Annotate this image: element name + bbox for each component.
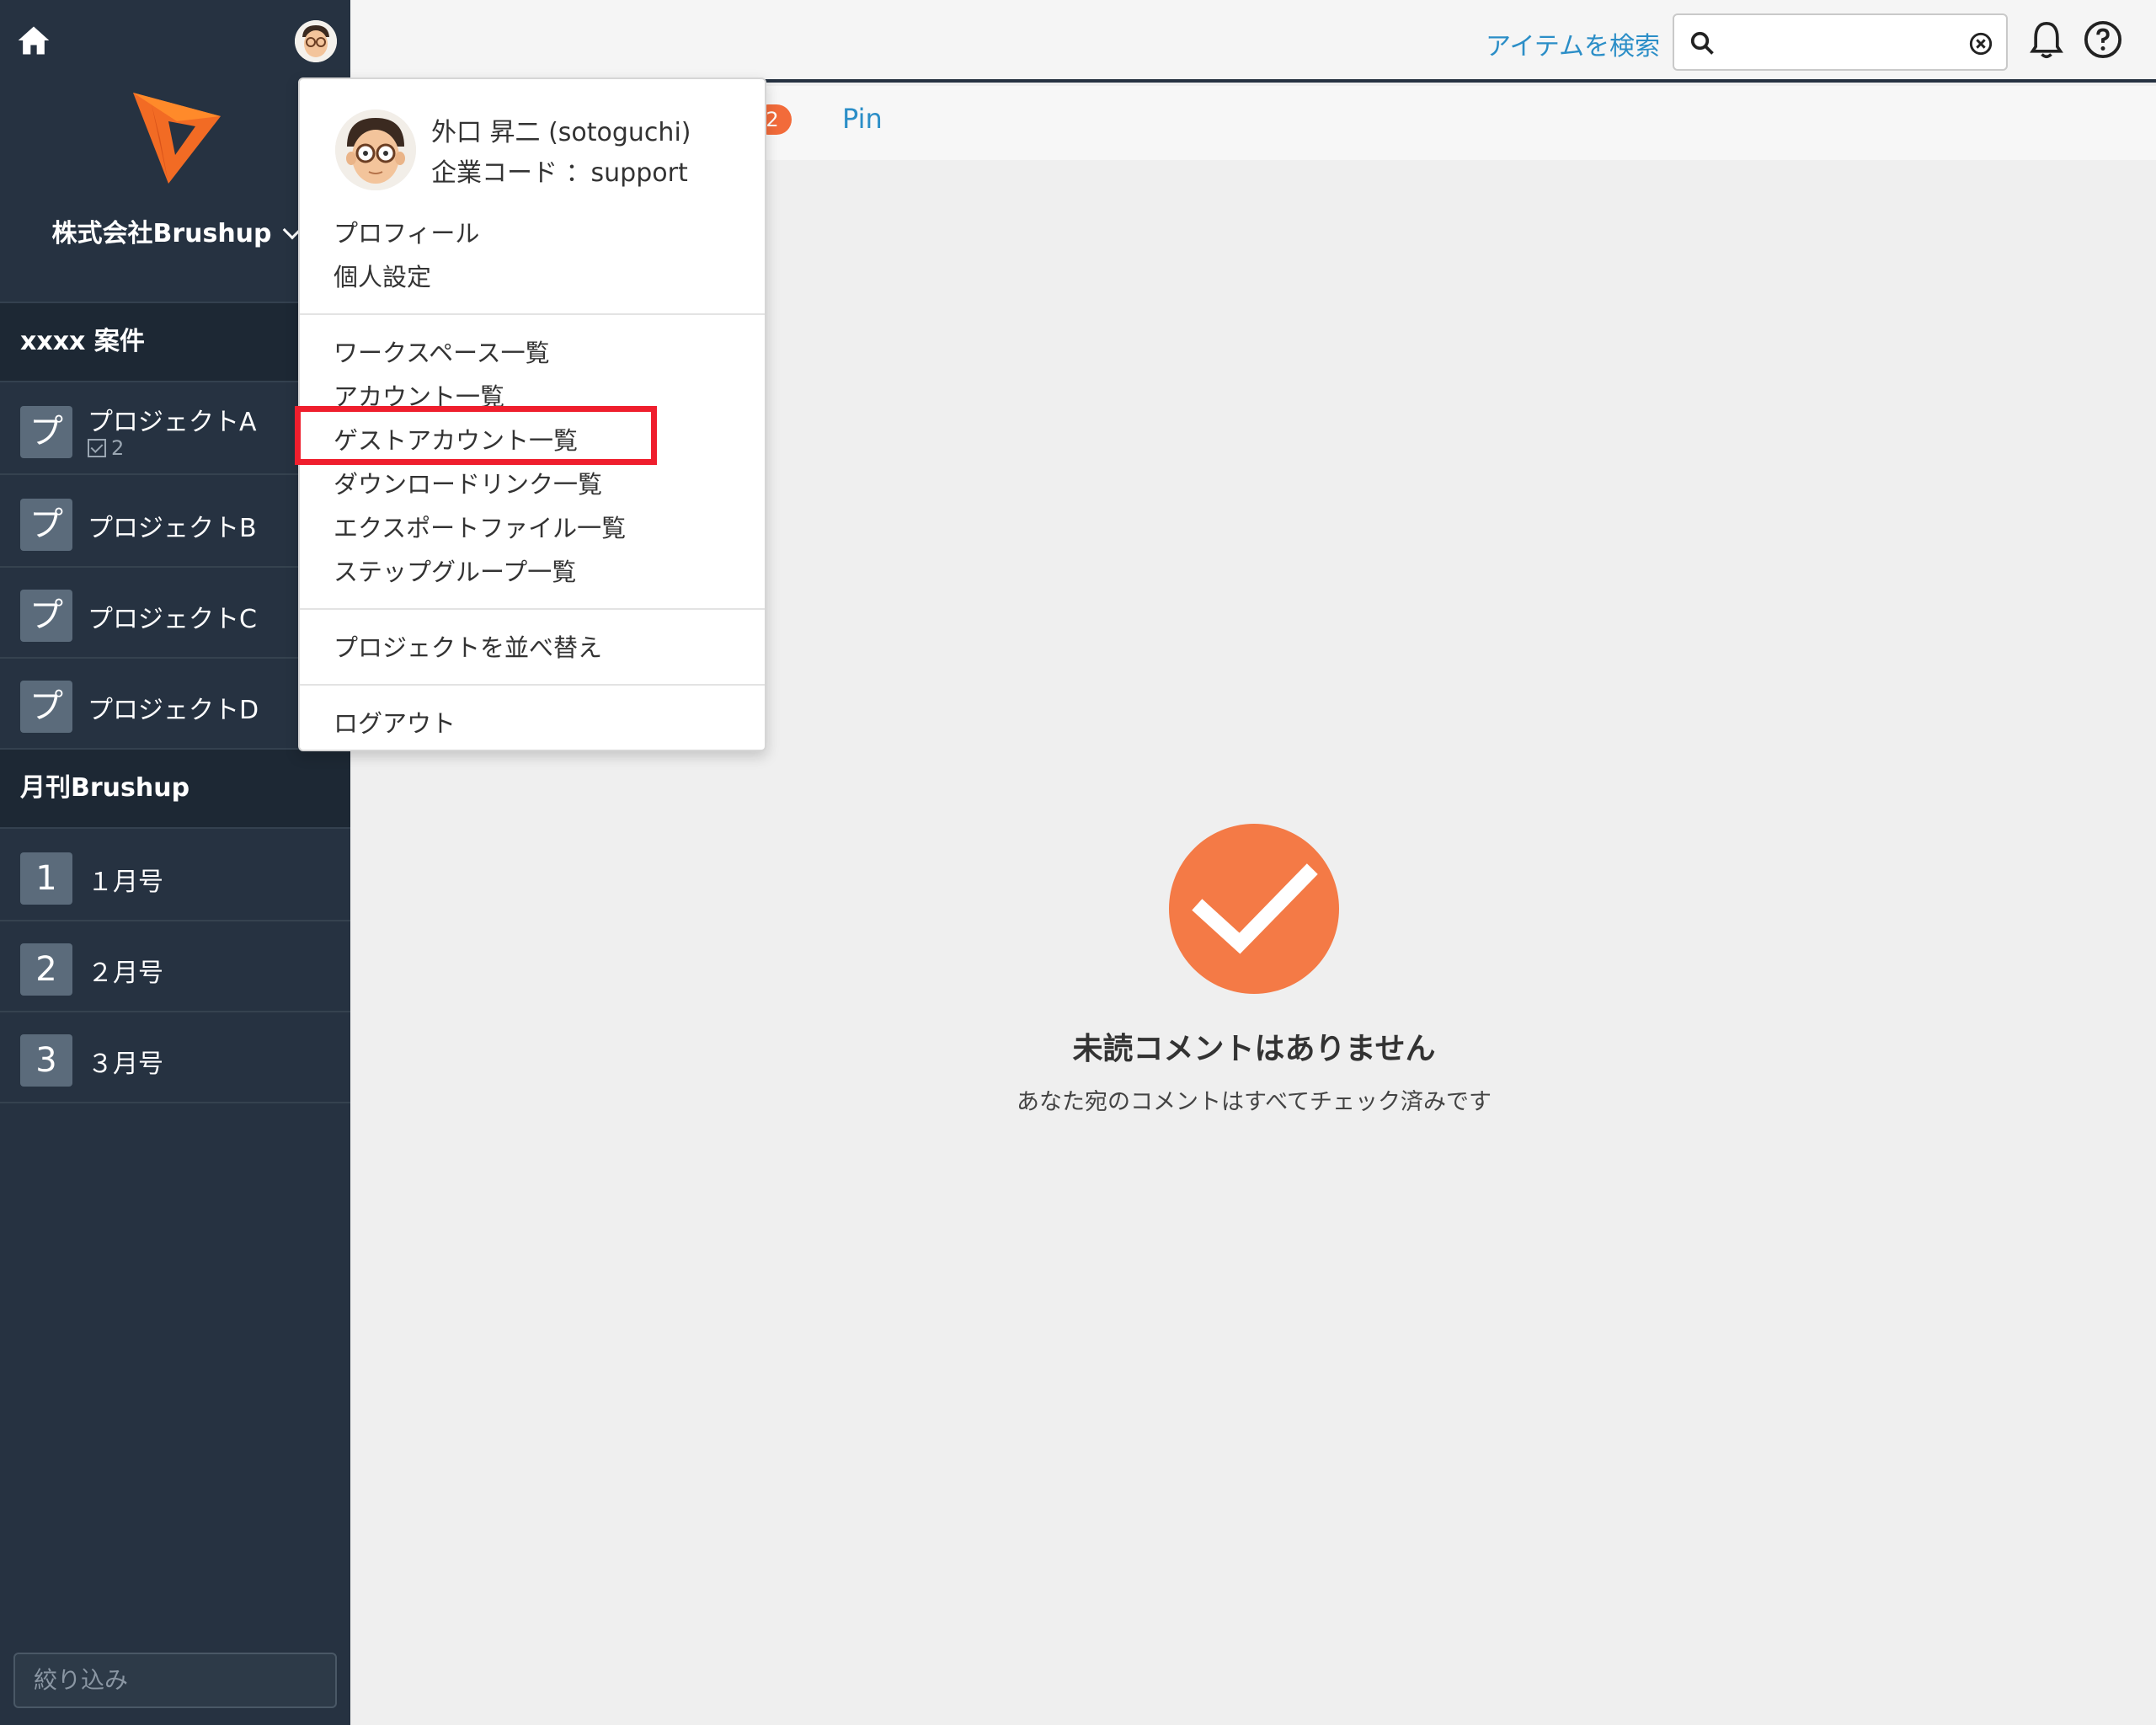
help-icon[interactable] — [2084, 20, 2122, 59]
project-badge: 1 — [20, 852, 72, 905]
project-badge: 2 — [20, 943, 72, 996]
empty-state-title: 未読コメントはありません — [1072, 1032, 1436, 1066]
sidebar-item-label: プロジェクトC — [88, 605, 257, 634]
company-code: 企業コード ：support — [431, 158, 688, 188]
project-badge: 3 — [20, 1034, 72, 1087]
project-badge: プ — [20, 590, 72, 642]
project-badge: プ — [20, 681, 72, 733]
menu-item-logout[interactable]: ログアウト — [334, 704, 456, 740]
user-avatar-button[interactable] — [295, 20, 337, 62]
task-count: 2 — [88, 436, 124, 460]
menu-item-sort-projects[interactable]: プロジェクトを並べ替え — [334, 628, 602, 664]
search-icon — [1690, 31, 1714, 55]
company-name: 株式会社Brushup — [51, 219, 272, 248]
sidebar-item-label: ３月号 — [88, 1049, 163, 1079]
sidebar-item-january[interactable]: 1 １月号 — [0, 830, 350, 921]
sidebar-item-label: プロジェクトA — [88, 408, 257, 437]
home-icon[interactable] — [15, 22, 52, 59]
search-input[interactable] — [1673, 13, 2008, 71]
menu-item-personal-settings[interactable]: 個人設定 — [334, 258, 431, 293]
group-header[interactable]: 月刊Brushup — [0, 748, 350, 829]
highlight-box — [295, 406, 657, 465]
avatar-icon — [295, 20, 337, 62]
sidebar-item-february[interactable]: 2 ２月号 — [0, 921, 350, 1012]
bell-icon[interactable] — [2028, 20, 2065, 61]
menu-item-download-links[interactable]: ダウンロードリンク一覧 — [334, 465, 602, 500]
brushup-logo-icon — [133, 93, 221, 184]
avatar-icon — [335, 109, 416, 190]
checkbox-icon — [88, 439, 106, 457]
search-items-link[interactable]: アイテムを検索 — [1486, 25, 1660, 62]
sidebar-item-label: ２月号 — [88, 959, 163, 988]
project-badge: プ — [20, 406, 72, 458]
menu-divider — [300, 684, 765, 686]
sidebar-item-label: プロジェクトB — [88, 514, 257, 543]
clear-search-icon[interactable] — [1969, 32, 1993, 56]
sidebar-item-label: １月号 — [88, 868, 163, 897]
avatar — [335, 109, 416, 190]
menu-item-export-files[interactable]: エクスポートファイル一覧 — [334, 509, 626, 544]
checkmark-icon — [1192, 863, 1318, 954]
project-badge: プ — [20, 499, 72, 551]
menu-divider — [300, 608, 765, 610]
menu-item-workspaces[interactable]: ワークスペース一覧 — [334, 334, 550, 369]
check-circle-icon — [1169, 824, 1339, 994]
empty-state-subtitle: あなた宛のコメントはすべてチェック済みです — [1016, 1089, 1492, 1115]
user-name: 外口 昇二 (sotoguchi) — [431, 118, 691, 147]
tab-pin[interactable]: Pin — [842, 103, 883, 135]
menu-item-profile[interactable]: プロフィール — [334, 214, 479, 249]
menu-item-step-groups[interactable]: ステップグループ一覧 — [334, 553, 576, 588]
menu-divider — [300, 313, 765, 315]
sidebar-item-label: プロジェクトD — [88, 696, 259, 725]
filter-input[interactable]: 絞り込み — [13, 1653, 337, 1708]
sidebar-item-march[interactable]: 3 ３月号 — [0, 1012, 350, 1103]
task-count-value: 2 — [111, 436, 125, 460]
